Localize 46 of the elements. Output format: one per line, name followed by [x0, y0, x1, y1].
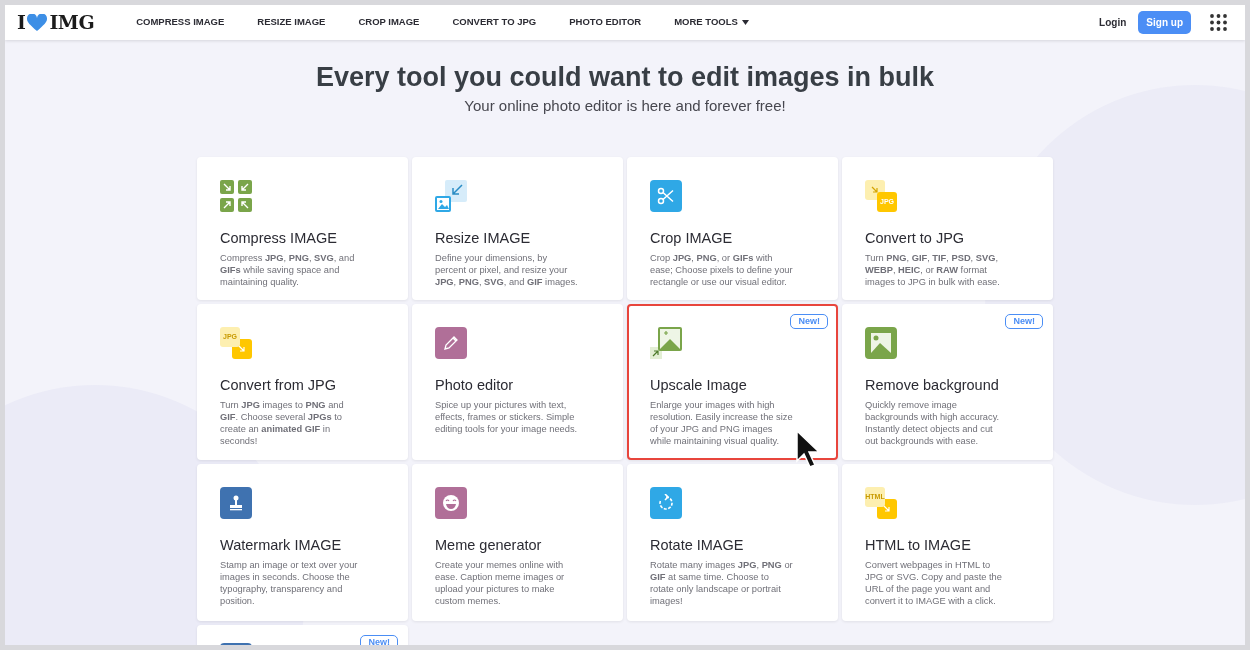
new-badge: New!	[1005, 314, 1043, 329]
tool-description: Create your memes online with ease. Caption meme images or upload your pictures to make custom memes.	[435, 559, 566, 607]
tool-description: Turn PNG, GIF, TIF, PSD, SVG, WEBP, HEIC, or RAW format images to JPG in bulk with ease.	[865, 252, 1001, 288]
tool-description: Define your dimensions, by percent or pixel, and resize your JPG, PNG, SVG, and GIF images.	[435, 252, 578, 288]
tool-title: Resize IMAGE	[435, 229, 532, 247]
tool-title: Watermark IMAGE	[220, 536, 343, 554]
tool-card[interactable]: Photo editor Spice up your pictures with text, effects, frames or stickers. Simple editing tools for your image needs.	[412, 304, 623, 460]
nav-link[interactable]: MORE TOOLS	[674, 15, 749, 30]
login-link[interactable]: Login	[1099, 15, 1127, 30]
tool-title: Photo editor	[435, 376, 515, 394]
tool-description: Turn JPG images to PNG and GIF. Choose several JPGs to create an animated GIF in seconds!	[220, 399, 345, 447]
logo[interactable]: I IMG	[17, 8, 95, 37]
tool-title: Compress IMAGE	[220, 229, 338, 247]
nav-link[interactable]: CONVERT TO JPG	[452, 15, 537, 30]
tool-card[interactable]: New! Upscale Image Enlarge your images with high resolution. Easily increase the size of your JPG and PNG images while maintaining visual quality.	[627, 304, 838, 460]
tool-card[interactable]: Resize IMAGE Define your dimensions, by percent or pixel, and resize your JPG, PNG, SVG, and GIF images.	[412, 157, 623, 300]
tool-title: Remove background	[865, 376, 1000, 394]
new-badge: New!	[790, 314, 828, 329]
tool-title: Convert from JPG	[220, 376, 338, 394]
tool-description: Rotate many images JPG, PNG or GIF at same time. Choose to rotate only landscape or portrait images!	[650, 559, 793, 607]
tool-description: Stamp an image or text over your images in seconds. Choose the typography, transparency and position.	[220, 559, 359, 607]
tool-title: Upscale Image	[650, 376, 748, 394]
tool-title: Meme generator	[435, 536, 543, 554]
nav-link[interactable]: RESIZE IMAGE	[257, 15, 326, 30]
tool-description: Convert webpages in HTML to JPG or SVG. Copy and paste the URL of the page you want and convert it to IMAGE with a click.	[865, 559, 1003, 607]
tool-card[interactable]: Crop IMAGE Crop JPG, PNG, or GIFs with ease; Choose pixels to define your rectangle or use our visual editor.	[627, 157, 838, 300]
tool-description: Spice up your pictures with text, effects, frames or stickers. Simple editing tools for your image needs.	[435, 399, 578, 435]
page-subtitle: Your online photo editor is here and forever free!	[464, 96, 786, 116]
nav-link[interactable]: COMPRESS IMAGE	[136, 15, 225, 30]
page-heading: Every tool you could want to edit images in bulk	[315, 61, 935, 94]
tool-card[interactable]: Rotate IMAGE Rotate many images JPG, PNG or GIF at same time. Choose to rotate only landscape or portrait images!	[627, 464, 838, 621]
tool-card[interactable]: Watermark IMAGE Stamp an image or text over your images in seconds. Choose the typography, transparency and position.	[197, 464, 408, 621]
tool-description: Compress JPG, PNG, SVG, and GIFs while saving space and maintaining quality.	[220, 252, 356, 288]
tool-title: Convert to JPG	[865, 229, 966, 247]
tool-title: Rotate IMAGE	[650, 536, 745, 554]
tool-title: HTML to IMAGE	[865, 536, 972, 554]
nav-link[interactable]: PHOTO EDITOR	[569, 15, 642, 30]
tool-description: Quickly remove image backgrounds with high accuracy. Instantly detect objects and cut out backgrounds with ease.	[865, 399, 1001, 447]
tool-card[interactable]: Compress IMAGE Compress JPG, PNG, SVG, and GIFs while saving space and maintaining quality.	[197, 157, 408, 300]
tool-card[interactable]: New! Remove background Quickly remove image backgrounds with high accuracy. Instantly detect objects and cut out backgrounds with ease.	[842, 304, 1053, 460]
nav-link[interactable]: CROP IMAGE	[358, 15, 420, 30]
tool-description: Crop JPG, PNG, or GIFs with ease; Choose pixels to define your rectangle or use our visual editor.	[650, 252, 793, 288]
tool-description: Enlarge your images with high resolution. Easily increase the size of your JPG and PNG images while maintaining visual quality.	[650, 399, 793, 447]
tool-title: Crop IMAGE	[650, 229, 734, 247]
tool-card[interactable]: Meme generator Create your memes online with ease. Caption meme images or upload your pictures to make custom memes.	[412, 464, 623, 621]
new-badge: New!	[360, 635, 398, 645]
